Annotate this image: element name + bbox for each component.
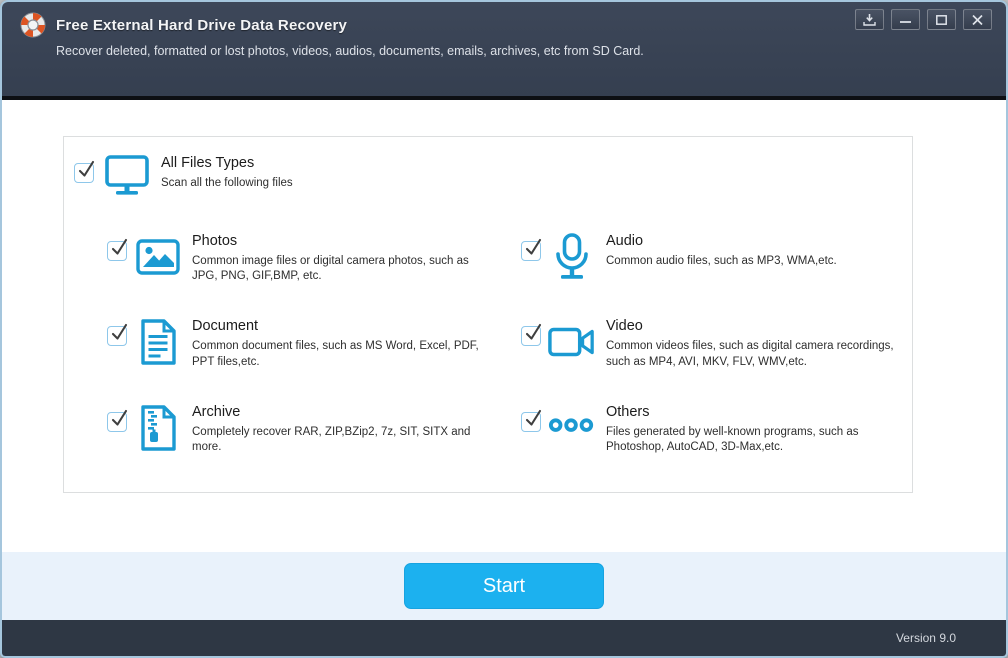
video-title: Video [606, 318, 902, 334]
audio-checkbox[interactable] [521, 241, 541, 261]
others-description: Files generated by well-known programs, … [606, 425, 902, 455]
others-title: Others [606, 404, 902, 420]
file-type-others: Others Files generated by well-known pro… [488, 404, 902, 455]
document-description: Common document files, such as MS Word, … [192, 339, 488, 369]
archive-checkbox[interactable] [107, 412, 127, 432]
all-files-checkbox[interactable] [74, 163, 94, 183]
all-files-description: Scan all the following files [161, 176, 293, 191]
download-icon [863, 14, 876, 26]
photos-checkbox[interactable] [107, 241, 127, 261]
archive-zip-icon [134, 404, 182, 452]
file-type-video: Video Common videos files, such as digit… [488, 318, 902, 369]
document-title: Document [192, 318, 488, 334]
all-files-title: All Files Types [161, 155, 293, 171]
audio-description: Common audio files, such as MP3, WMA,etc… [606, 254, 837, 269]
file-type-archive: Archive Completely recover RAR, ZIP,BZip… [74, 404, 488, 455]
archive-title: Archive [192, 404, 488, 420]
app-title: Free External Hard Drive Data Recovery [56, 17, 347, 34]
archive-description: Completely recover RAR, ZIP,BZip2, 7z, S… [192, 425, 488, 455]
video-camera-icon [548, 318, 596, 366]
others-checkbox[interactable] [521, 412, 541, 432]
document-icon [134, 318, 182, 366]
app-subtitle: Recover deleted, formatted or lost photo… [56, 44, 990, 58]
file-types-panel: All Files Types Scan all the following f… [63, 136, 913, 493]
monitor-icon [103, 151, 151, 199]
footer-bar: Version 9.0 [2, 620, 1006, 656]
version-label: Version 9.0 [896, 631, 956, 645]
others-dots-icon [548, 404, 596, 452]
minimize-icon [900, 15, 911, 25]
photos-title: Photos [192, 233, 488, 249]
photos-description: Common image files or digital camera pho… [192, 254, 488, 284]
window-controls [855, 9, 992, 30]
start-strip: Start [2, 552, 1006, 620]
file-types-grid: Photos Common image files or digital cam… [74, 233, 902, 455]
maximize-button[interactable] [927, 9, 956, 30]
file-type-photos: Photos Common image files or digital cam… [74, 233, 488, 284]
minimize-button[interactable] [891, 9, 920, 30]
start-button[interactable]: Start [404, 563, 604, 609]
main-content: All Files Types Scan all the following f… [2, 100, 1006, 552]
close-icon [972, 15, 983, 25]
close-button[interactable] [963, 9, 992, 30]
app-window: Free External Hard Drive Data Recovery R… [0, 0, 1008, 658]
app-logo-lifebuoy-icon [20, 12, 46, 38]
download-button[interactable] [855, 9, 884, 30]
file-type-audio: Audio Common audio files, such as MP3, W… [488, 233, 902, 284]
file-type-document: Document Common document files, such as … [74, 318, 488, 369]
titlebar: Free External Hard Drive Data Recovery R… [2, 2, 1006, 96]
microphone-icon [548, 233, 596, 281]
image-icon [134, 233, 182, 281]
maximize-icon [936, 15, 947, 25]
document-checkbox[interactable] [107, 326, 127, 346]
audio-title: Audio [606, 233, 837, 249]
video-description: Common videos files, such as digital cam… [606, 339, 902, 369]
video-checkbox[interactable] [521, 326, 541, 346]
file-type-all: All Files Types Scan all the following f… [74, 151, 902, 199]
